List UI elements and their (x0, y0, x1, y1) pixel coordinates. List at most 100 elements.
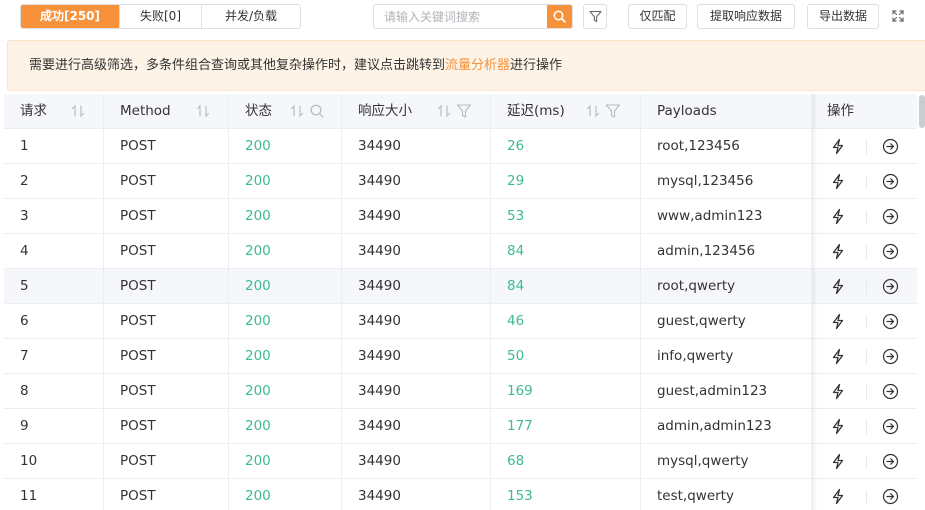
status-cell: 200 (229, 444, 342, 478)
sort-icon[interactable] (585, 103, 601, 119)
table-row[interactable]: 9 POST 200 34490 177 admin,admin123 (4, 409, 917, 444)
table-row[interactable]: 1 POST 200 34490 26 root,123456 (4, 129, 917, 164)
bolt-icon[interactable] (830, 383, 846, 400)
search-input[interactable] (374, 5, 547, 28)
delay-cell: 177 (491, 409, 641, 443)
table-row[interactable]: 2 POST 200 34490 29 mysql,123456 (4, 164, 917, 199)
table-row[interactable]: 10 POST 200 34490 68 mysql,qwerty (4, 444, 917, 479)
response-size-cell: 34490 (342, 269, 491, 303)
method-cell: POST (104, 129, 229, 163)
bolt-icon[interactable] (830, 173, 846, 190)
arrow-circle-right-icon[interactable] (882, 138, 899, 155)
search-button[interactable] (547, 5, 572, 28)
extract-response-button[interactable]: 提取响应数据 (697, 4, 795, 29)
bolt-icon[interactable] (830, 453, 846, 470)
search-icon[interactable] (309, 103, 325, 119)
table-row[interactable]: 3 POST 200 34490 53 www,admin123 (4, 199, 917, 234)
delay-cell: 50 (491, 339, 641, 373)
tab-failed[interactable]: 失败[0] (119, 5, 201, 28)
filter-icon[interactable] (456, 103, 472, 119)
result-tabs: 成功[250] 失败[0] 并发/负载 (20, 4, 301, 29)
delay-cell: 29 (491, 164, 641, 198)
payload-cell: guest,admin123 (641, 374, 812, 408)
arrow-circle-right-icon[interactable] (882, 453, 899, 470)
status-cell: 200 (229, 164, 342, 198)
filter-icon (588, 10, 602, 23)
tab-success[interactable]: 成功[250] (21, 5, 119, 28)
results-table: 请求 Method 状态 响应大小 延迟(ms) Payloads 操作 1 P… (4, 94, 917, 510)
delay-cell: 53 (491, 199, 641, 233)
action-divider (866, 315, 867, 329)
request-id-cell: 8 (4, 374, 104, 408)
table-row[interactable]: 4 POST 200 34490 84 admin,123456 (4, 234, 917, 269)
sort-icon[interactable] (289, 103, 305, 119)
status-cell: 200 (229, 479, 342, 510)
action-divider (866, 385, 867, 399)
filter-icon[interactable] (605, 103, 621, 119)
bolt-icon[interactable] (830, 418, 846, 435)
bolt-icon[interactable] (830, 313, 846, 330)
arrow-circle-right-icon[interactable] (882, 348, 899, 365)
bolt-icon[interactable] (830, 278, 846, 295)
column-header-status[interactable]: 状态 (229, 94, 342, 128)
column-label: Payloads (657, 103, 717, 119)
column-label: 状态 (245, 103, 272, 119)
arrow-circle-right-icon[interactable] (882, 173, 899, 190)
payload-cell: test,qwerty (641, 479, 812, 510)
column-header-delay[interactable]: 延迟(ms) (491, 94, 641, 128)
request-id-cell: 5 (4, 269, 104, 303)
actions-cell (812, 234, 917, 268)
arrow-circle-right-icon[interactable] (882, 243, 899, 260)
bolt-icon[interactable] (830, 243, 846, 260)
column-header-request[interactable]: 请求 (4, 94, 104, 128)
response-size-cell: 34490 (342, 164, 491, 198)
sort-icon[interactable] (195, 103, 211, 119)
actions-cell (812, 304, 917, 338)
filter-button[interactable] (583, 4, 607, 29)
table-row[interactable]: 7 POST 200 34490 50 info,qwerty (4, 339, 917, 374)
arrow-circle-right-icon[interactable] (882, 208, 899, 225)
action-divider (866, 245, 867, 259)
traffic-analyzer-link[interactable]: 流量分析器 (445, 58, 510, 73)
response-size-cell: 34490 (342, 409, 491, 443)
payload-cell: info,qwerty (641, 339, 812, 373)
column-header-response-size[interactable]: 响应大小 (342, 94, 491, 128)
arrow-circle-right-icon[interactable] (882, 278, 899, 295)
status-cell: 200 (229, 129, 342, 163)
delay-cell: 84 (491, 234, 641, 268)
method-cell: POST (104, 479, 229, 510)
sort-icon[interactable] (70, 103, 86, 119)
arrow-circle-right-icon[interactable] (882, 313, 899, 330)
fullscreen-icon[interactable] (890, 8, 906, 24)
match-only-button[interactable]: 仅匹配 (628, 4, 687, 29)
arrow-circle-right-icon[interactable] (882, 488, 899, 505)
column-header-method[interactable]: Method (104, 94, 229, 128)
tab-concurrent-load[interactable]: 并发/负载 (201, 5, 300, 28)
arrow-circle-right-icon[interactable] (882, 418, 899, 435)
method-cell: POST (104, 444, 229, 478)
bolt-icon[interactable] (830, 488, 846, 505)
response-size-cell: 34490 (342, 339, 491, 373)
bolt-icon[interactable] (830, 208, 846, 225)
column-header-payloads: Payloads (641, 94, 812, 128)
arrow-circle-right-icon[interactable] (882, 383, 899, 400)
payload-cell: guest,qwerty (641, 304, 812, 338)
action-divider (866, 455, 867, 469)
table-row[interactable]: 5 POST 200 34490 84 root,qwerty (4, 269, 917, 304)
vertical-scrollbar-track[interactable] (917, 94, 925, 510)
bolt-icon[interactable] (830, 348, 846, 365)
actions-cell (812, 479, 917, 510)
table-row[interactable]: 11 POST 200 34490 153 test,qwerty (4, 479, 917, 510)
sort-icon[interactable] (436, 103, 452, 119)
payload-cell: mysql,123456 (641, 164, 812, 198)
bolt-icon[interactable] (830, 138, 846, 155)
response-size-cell: 34490 (342, 304, 491, 338)
vertical-scrollbar-thumb[interactable] (919, 95, 925, 128)
table-row[interactable]: 8 POST 200 34490 169 guest,admin123 (4, 374, 917, 409)
response-size-cell: 34490 (342, 444, 491, 478)
export-data-button[interactable]: 导出数据 (807, 4, 879, 29)
actions-cell (812, 444, 917, 478)
actions-cell (812, 129, 917, 163)
response-size-cell: 34490 (342, 374, 491, 408)
table-row[interactable]: 6 POST 200 34490 46 guest,qwerty (4, 304, 917, 339)
